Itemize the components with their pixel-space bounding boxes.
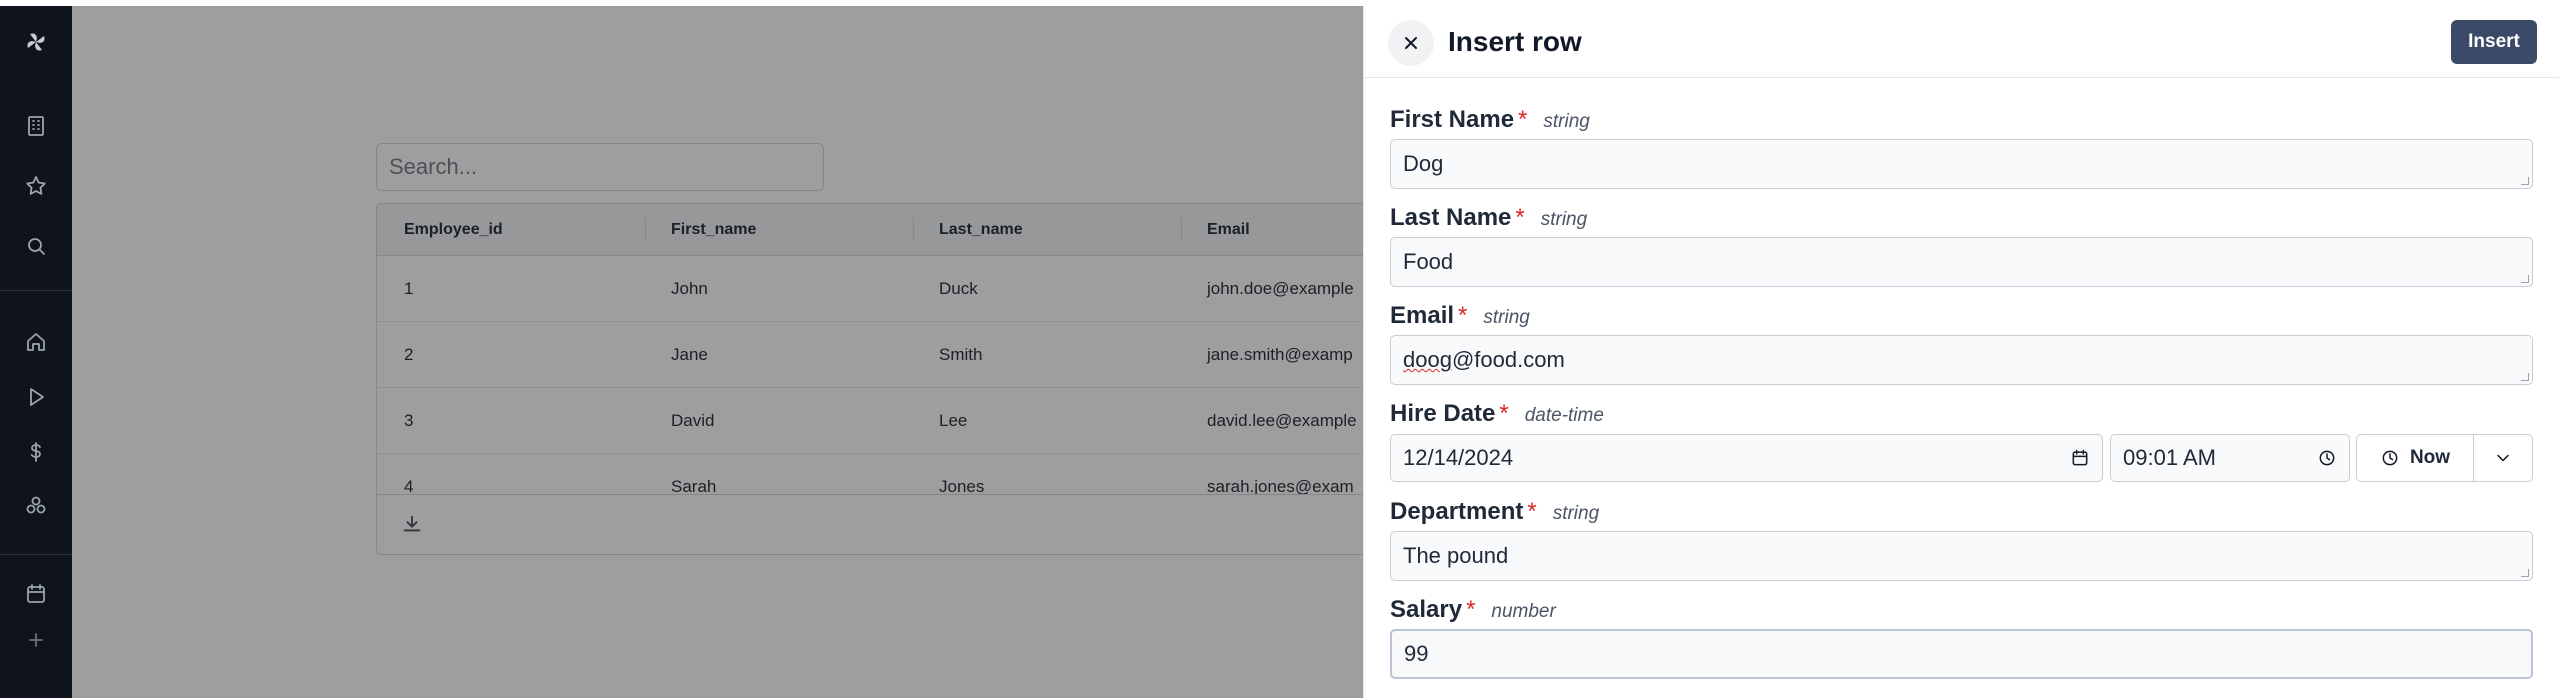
hire-date-label: Hire Date * date-time (1390, 400, 1604, 428)
calendar-icon[interactable] (2070, 448, 2090, 468)
hire-date-input[interactable]: 12/14/2024 (1390, 434, 2103, 482)
insert-button[interactable]: Insert (2451, 20, 2537, 64)
date-value: 12/14/2024 (1403, 445, 1514, 470)
email-value: doog@food.com (1403, 347, 1565, 373)
resize-handle[interactable] (2521, 177, 2529, 185)
spelling-error: doog (1403, 347, 1452, 372)
first-name-input[interactable]: Dog (1390, 139, 2533, 189)
play-icon[interactable] (20, 381, 52, 413)
time-value: 09:01 AM (2123, 445, 2216, 470)
department-value: The pound (1403, 543, 1509, 568)
plus-icon[interactable] (20, 624, 52, 656)
now-label: Now (2409, 447, 2451, 468)
now-dropdown-button[interactable] (2473, 434, 2533, 482)
dollar-icon[interactable] (20, 436, 52, 468)
salary-input[interactable]: 99 (1390, 629, 2533, 679)
department-input[interactable]: The pound (1390, 531, 2533, 581)
field-name: First Name (1390, 106, 1515, 133)
field-name: Department (1390, 498, 1524, 525)
search-icon[interactable] (20, 230, 52, 262)
email-value-rest: @food.com (1451, 347, 1565, 372)
salary-label: Salary * number (1390, 596, 1556, 624)
last-name-label: Last Name * string (1390, 204, 1587, 232)
required-mark: * (1499, 400, 1509, 427)
field-type: string (1483, 307, 1530, 328)
field-name: Email (1390, 302, 1455, 329)
home-icon[interactable] (20, 326, 52, 358)
required-mark: * (1518, 106, 1528, 133)
required-mark: * (1515, 204, 1525, 231)
field-name: Hire Date (1390, 400, 1496, 427)
field-type: number (1491, 601, 1556, 622)
star-icon[interactable] (20, 170, 52, 202)
field-type: string (1543, 111, 1590, 132)
modal-overlay[interactable] (72, 6, 1363, 698)
chevron-down-icon (2497, 454, 2509, 462)
field-type: string (1552, 503, 1600, 524)
app-sidebar (0, 6, 72, 698)
resize-handle[interactable] (2521, 275, 2529, 283)
email-label: Email * string (1390, 302, 1530, 330)
hire-time-input[interactable]: 09:01 AM (2110, 434, 2350, 482)
drawer-header: Insert row Insert (1364, 6, 2559, 78)
clock-icon[interactable] (2317, 448, 2337, 468)
last-name-value: Food (1403, 249, 1454, 274)
required-mark: * (1527, 498, 1537, 525)
first-name-label: First Name * string (1390, 106, 1590, 134)
department-label: Department * string (1390, 498, 1599, 526)
required-mark: * (1466, 596, 1476, 623)
first-name-value: Dog (1403, 151, 1444, 176)
close-button[interactable] (1388, 20, 1434, 66)
insert-row-drawer: Insert row Insert First Name * string Dog… (1363, 6, 2559, 698)
email-input[interactable]: doog@food.com (1390, 335, 2533, 385)
field-name: Last Name (1390, 204, 1512, 231)
field-type: string (1540, 209, 1588, 230)
logo-icon[interactable] (20, 26, 52, 58)
required-mark: * (1458, 302, 1468, 329)
sidebar-divider (0, 554, 72, 555)
drawer-title: Insert row (1448, 26, 1582, 57)
building-icon[interactable] (20, 110, 52, 142)
now-button[interactable]: Now (2356, 434, 2474, 482)
field-name: Salary (1390, 596, 1463, 623)
last-name-input[interactable]: Food (1390, 237, 2533, 287)
field-type: date-time (1524, 405, 1604, 426)
sidebar-divider (0, 290, 72, 291)
close-icon (1405, 37, 1417, 49)
salary-value: 99 (1404, 641, 1429, 666)
components-icon[interactable] (20, 490, 52, 522)
resize-handle[interactable] (2521, 373, 2529, 381)
clock-icon (2382, 450, 2398, 466)
calendar-icon[interactable] (20, 578, 52, 610)
resize-handle[interactable] (2521, 569, 2529, 577)
